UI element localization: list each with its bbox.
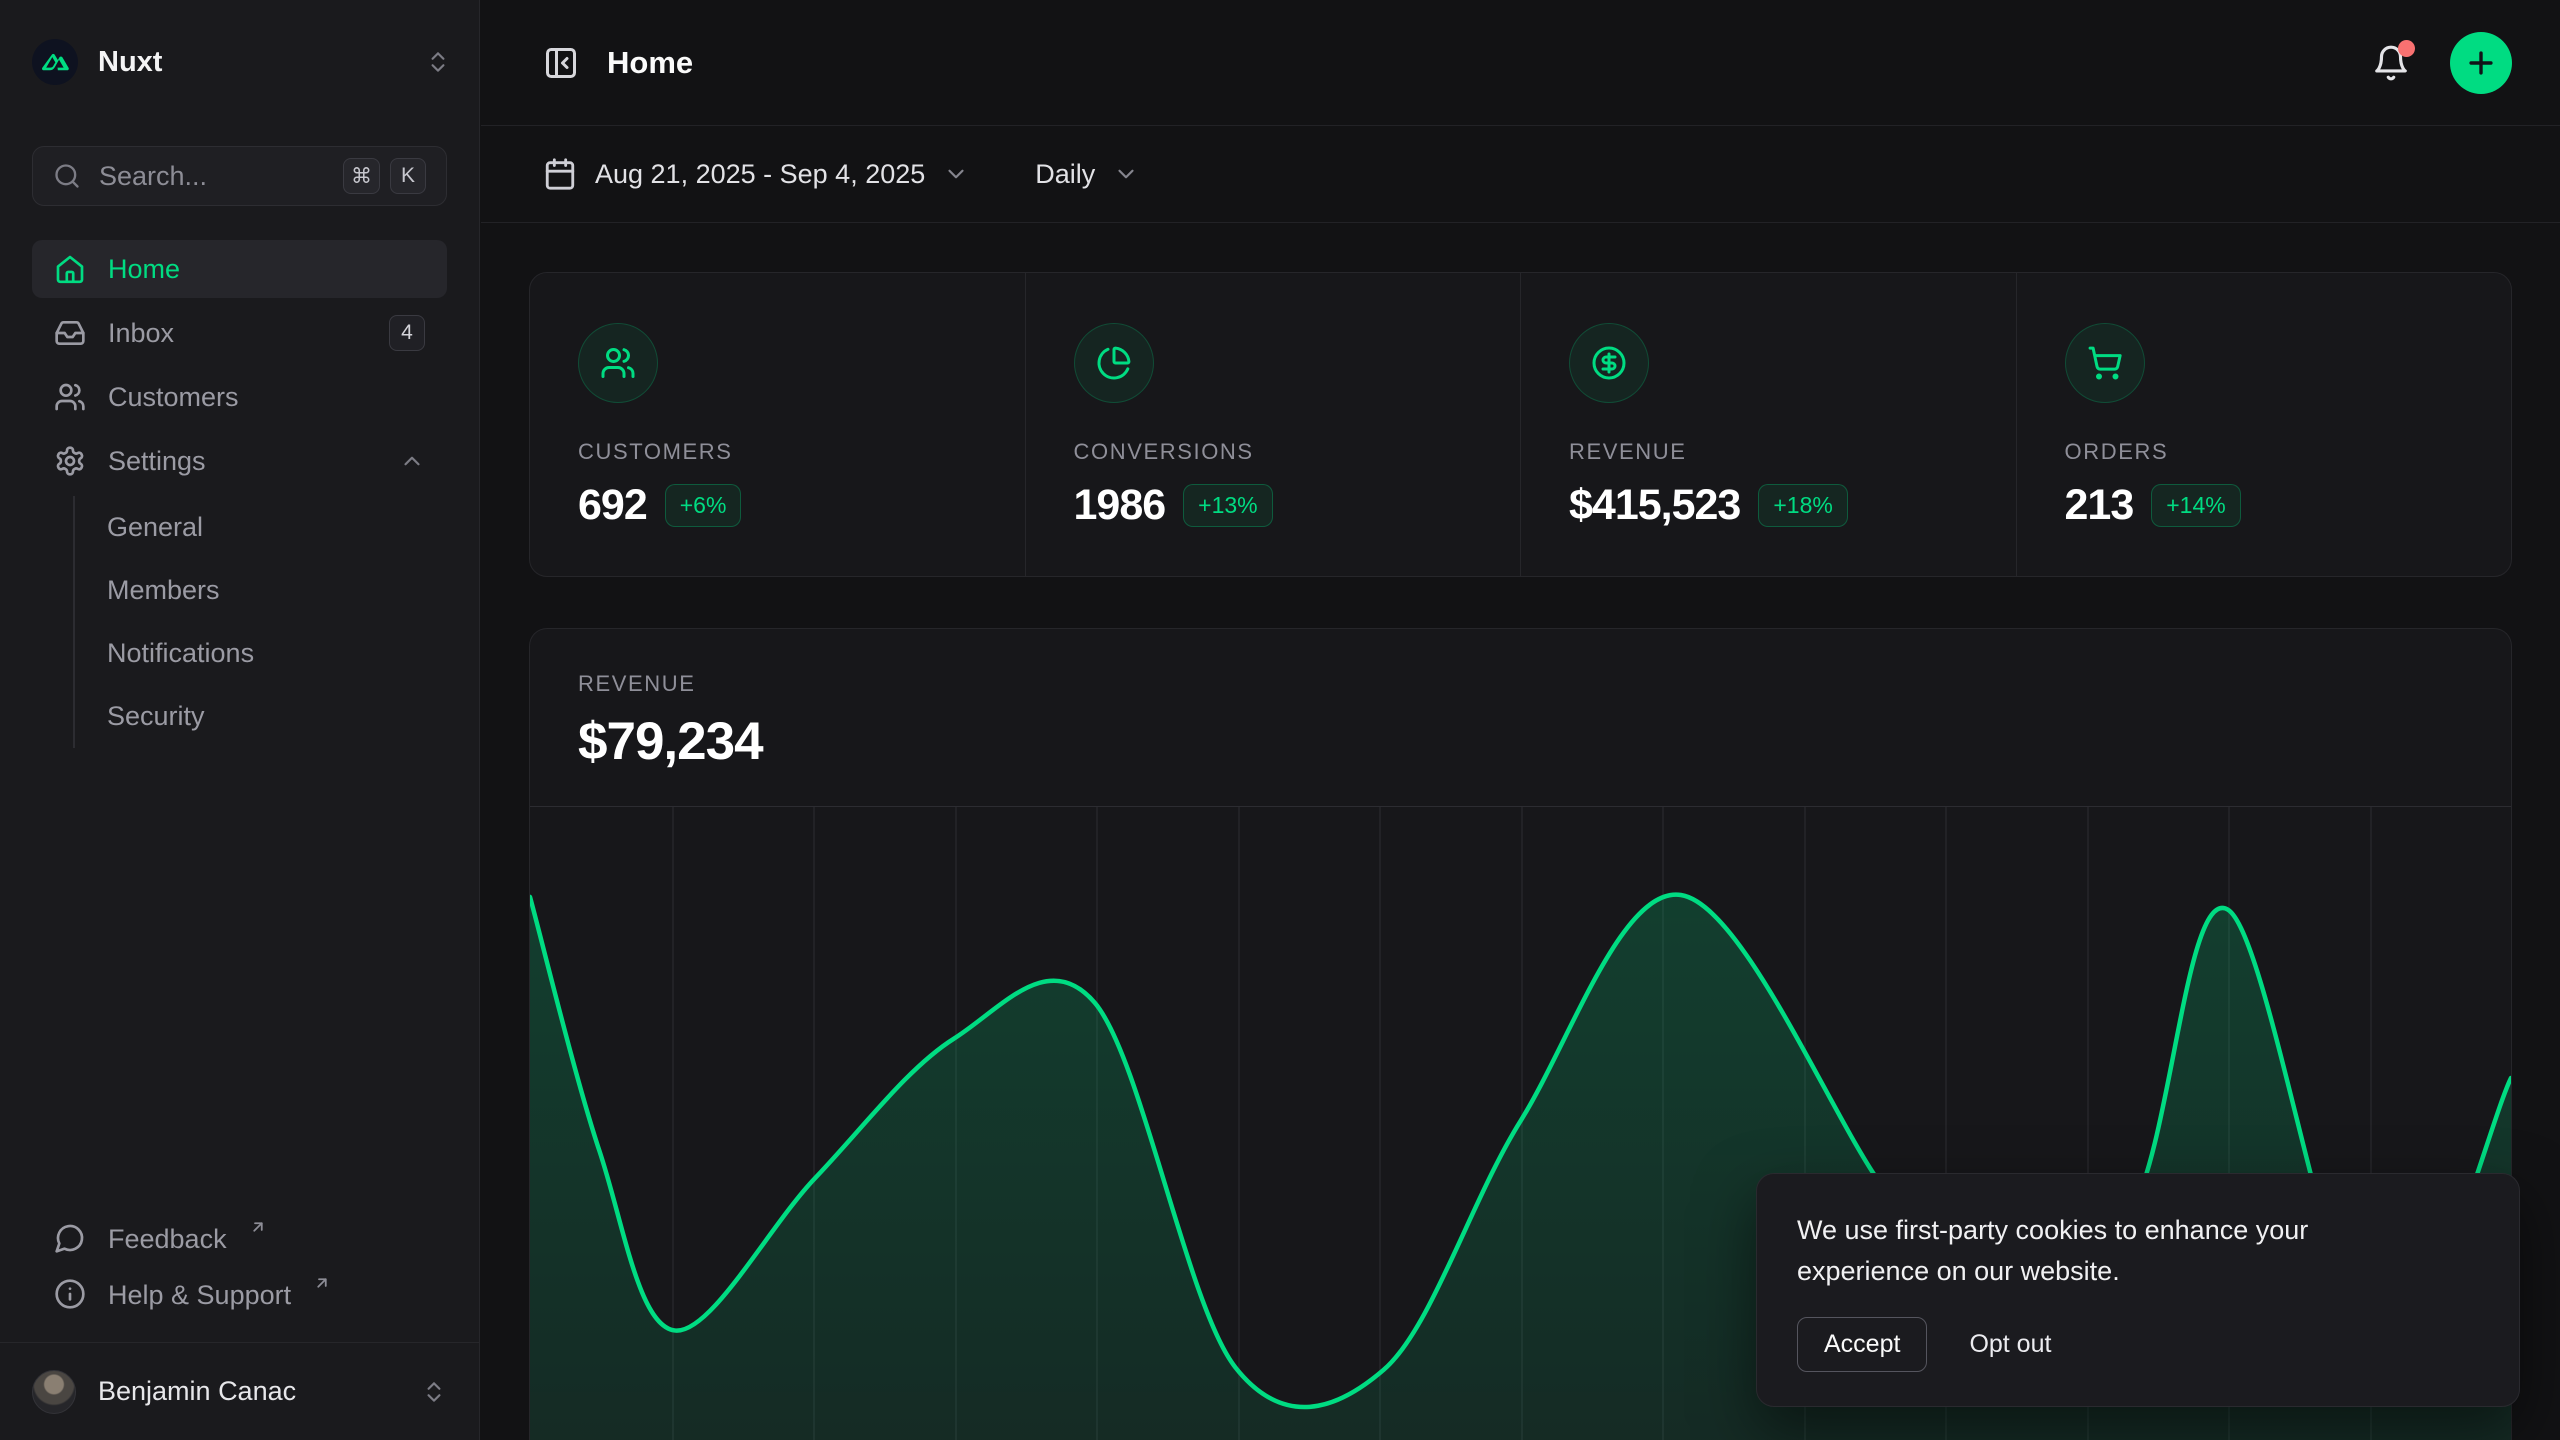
period-value: Daily (1035, 159, 1095, 190)
sidebar-item-general[interactable]: General (107, 496, 447, 559)
feedback-link[interactable]: Feedback (32, 1212, 447, 1268)
date-range-picker[interactable]: Aug 21, 2025 - Sep 4, 2025 (543, 157, 969, 191)
sidebar-item-home[interactable]: Home (32, 240, 447, 298)
search-placeholder: Search... (99, 161, 325, 192)
period-select[interactable]: Daily (1035, 159, 1139, 190)
filters-toolbar: Aug 21, 2025 - Sep 4, 2025 Daily (481, 126, 2560, 223)
header-actions (2372, 32, 2512, 94)
pie-chart-icon (1074, 323, 1154, 403)
date-range-value: Aug 21, 2025 - Sep 4, 2025 (595, 159, 925, 190)
sidebar-footer: Feedback Help & Support (32, 1212, 447, 1324)
app: Nuxt Search... ⌘ K Home (0, 0, 2560, 1440)
stat-label: CUSTOMERS (578, 439, 977, 465)
sidebar-item-members[interactable]: Members (107, 559, 447, 622)
sidebar-item-label: Settings (108, 446, 377, 477)
sidebar-item-security[interactable]: Security (107, 685, 447, 748)
sidebar-item-label: Customers (108, 382, 425, 413)
sub-item-label: General (107, 512, 203, 543)
sidebar-item-inbox[interactable]: Inbox 4 (32, 304, 447, 362)
add-button[interactable] (2450, 32, 2512, 94)
cookie-banner: We use first-party cookies to enhance yo… (1756, 1173, 2520, 1407)
stat-tile-revenue: REVENUE $415,523 +18% (1520, 273, 2016, 576)
info-circle-icon (54, 1278, 86, 1310)
stats-card: CUSTOMERS 692 +6% CONVERSIONS 1986 +13% (529, 272, 2512, 577)
stat-label: ORDERS (2065, 439, 2464, 465)
plus-icon (2464, 46, 2498, 80)
nuxt-logo-icon (32, 39, 78, 85)
chevrons-up-down-icon (425, 49, 451, 75)
opt-out-button[interactable]: Opt out (1969, 1330, 2051, 1359)
search-input[interactable]: Search... ⌘ K (32, 146, 447, 206)
sidebar-nav: Home Inbox 4 Customers Settings (32, 240, 447, 754)
cookie-message: We use first-party cookies to enhance yo… (1797, 1210, 2407, 1291)
cookie-actions: Accept Opt out (1797, 1317, 2479, 1372)
revenue-chart-header: REVENUE $79,234 (530, 629, 2511, 772)
stat-label: CONVERSIONS (1074, 439, 1473, 465)
panel-left-close-icon (543, 45, 579, 81)
sidebar-item-label: Inbox (108, 318, 367, 349)
notification-dot (2398, 40, 2415, 57)
external-link-icon (313, 1274, 331, 1292)
sidebar-item-customers[interactable]: Customers (32, 368, 447, 426)
search-icon (53, 162, 81, 190)
accept-button[interactable]: Accept (1797, 1317, 1927, 1372)
inbox-badge: 4 (389, 315, 425, 351)
chevron-down-icon (1113, 161, 1139, 187)
help-support-link[interactable]: Help & Support (32, 1268, 447, 1324)
stat-delta-badge: +13% (1183, 484, 1272, 527)
chevron-up-icon (399, 448, 425, 474)
stat-delta-badge: +6% (665, 484, 742, 527)
stat-delta-badge: +14% (2151, 484, 2240, 527)
avatar (32, 1370, 76, 1414)
stat-delta-badge: +18% (1758, 484, 1847, 527)
stat-value: 692 (578, 481, 647, 530)
calendar-icon (543, 157, 577, 191)
user-name: Benjamin Canac (98, 1376, 399, 1407)
house-icon (54, 253, 86, 285)
users-icon (54, 381, 86, 413)
chart-label: REVENUE (578, 671, 2463, 697)
stat-value: 1986 (1074, 481, 1166, 530)
sidebar-item-notifications[interactable]: Notifications (107, 622, 447, 685)
sidebar-item-label: Home (108, 254, 425, 285)
dollar-circle-icon (1569, 323, 1649, 403)
workspace-name: Nuxt (98, 46, 405, 79)
stat-label: REVENUE (1569, 439, 1968, 465)
stat-tile-customers: CUSTOMERS 692 +6% (530, 273, 1025, 576)
sub-item-label: Notifications (107, 638, 254, 669)
stat-tile-orders: ORDERS 213 +14% (2016, 273, 2512, 576)
chart-value: $79,234 (578, 711, 2463, 772)
footer-link-label: Help & Support (108, 1278, 291, 1312)
shopping-cart-icon (2065, 323, 2145, 403)
kbd-cmd: ⌘ (343, 158, 380, 194)
external-link-icon (249, 1218, 267, 1236)
stat-tile-conversions: CONVERSIONS 1986 +13% (1025, 273, 1521, 576)
inbox-icon (54, 317, 86, 349)
sidebar: Nuxt Search... ⌘ K Home (0, 0, 480, 1440)
page-header: Home (481, 0, 2560, 126)
notifications-button[interactable] (2372, 44, 2410, 82)
message-circle-icon (54, 1222, 86, 1254)
user-menu[interactable]: Benjamin Canac (0, 1342, 479, 1440)
workspace-switcher[interactable]: Nuxt (32, 34, 451, 90)
sub-item-label: Members (107, 575, 220, 606)
chevron-down-icon (943, 161, 969, 187)
footer-link-label: Feedback (108, 1222, 227, 1256)
chevrons-up-down-icon (421, 1379, 447, 1405)
gear-icon (54, 445, 86, 477)
sidebar-toggle-button[interactable] (543, 45, 579, 81)
users-icon (578, 323, 658, 403)
page-title: Home (607, 45, 693, 81)
stat-value: 213 (2065, 481, 2134, 530)
settings-subnav: General Members Notifications Security (73, 496, 447, 748)
kbd-k: K (390, 158, 426, 194)
sidebar-item-settings[interactable]: Settings (32, 432, 447, 490)
sub-item-label: Security (107, 701, 205, 732)
stat-value: $415,523 (1569, 481, 1740, 530)
